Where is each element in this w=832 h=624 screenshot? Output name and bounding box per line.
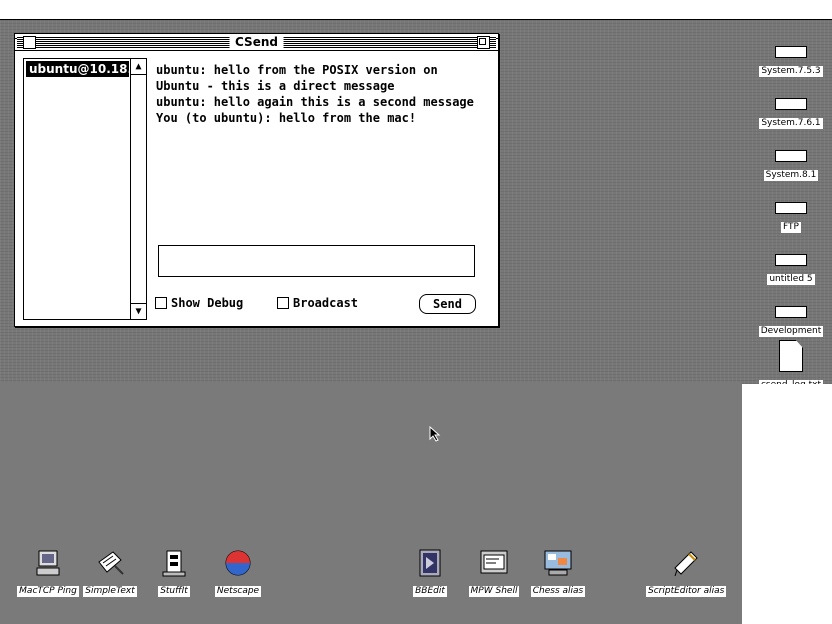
app-label: BBEdit	[413, 586, 447, 597]
app-label: StuffIt	[158, 586, 190, 597]
volume-untitled-5[interactable]: untitled 5	[756, 254, 826, 285]
user-list-scrollbar[interactable]: ▲ ▼	[130, 59, 146, 319]
broadcast-option[interactable]: Broadcast	[277, 296, 358, 310]
app-label: ScriptEditor alias	[646, 586, 727, 597]
computer-icon	[33, 548, 63, 578]
desktop-white-panel	[742, 384, 832, 624]
desktop-icon-label: System.8.1	[763, 170, 819, 181]
app-netscape[interactable]: Netscape	[198, 548, 278, 597]
window-titlebar[interactable]: CSend	[15, 34, 498, 51]
volume-ftp[interactable]: FTP	[756, 202, 826, 233]
show-debug-option[interactable]: Show Debug	[155, 296, 243, 310]
archive-icon	[159, 548, 189, 578]
show-debug-checkbox[interactable]	[155, 297, 167, 309]
message-line: ubuntu: hello from the POSIX version on	[156, 63, 438, 77]
app-scripteditor-alias[interactable]: ScriptEditor alias	[646, 548, 727, 597]
menu-bar	[0, 0, 832, 20]
desktop-icon-label: System.7.6.1	[759, 118, 823, 129]
disk-icon	[775, 254, 807, 266]
csend-window: CSend ubuntu@10.18... ▲ ▼ ubuntu: hello …	[14, 33, 499, 327]
desktop-icon-label: System.7.5.3	[759, 66, 823, 77]
mouse-pointer-icon	[429, 425, 441, 446]
window-title: CSend	[229, 34, 284, 50]
desktop-icon-label: untitled 5	[767, 274, 815, 285]
document-icon	[779, 340, 803, 372]
volume-system-753[interactable]: System.7.5.3	[756, 46, 826, 77]
volume-system-761[interactable]: System.7.6.1	[756, 98, 826, 129]
broadcast-checkbox[interactable]	[277, 297, 289, 309]
show-debug-label: Show Debug	[171, 296, 244, 310]
volume-system-81[interactable]: System.8.1	[756, 150, 826, 181]
scroll-up-arrow-icon[interactable]: ▲	[131, 59, 146, 75]
scroll-down-arrow-icon[interactable]: ▼	[131, 303, 146, 319]
message-input-box[interactable]	[158, 245, 478, 277]
message-log: ubuntu: hello from the POSIX version on …	[156, 62, 491, 126]
terminal-icon	[479, 548, 509, 578]
volume-development[interactable]: Development	[756, 306, 826, 337]
app-label: Chess alias	[530, 586, 586, 597]
editor-icon	[415, 548, 445, 578]
message-line: Ubuntu - this is a direct message	[156, 79, 395, 93]
zoom-box-icon[interactable]	[477, 36, 490, 49]
desktop-icon-label: Development	[758, 326, 824, 337]
browser-icon	[223, 548, 253, 578]
disk-icon	[775, 202, 807, 214]
message-input[interactable]	[159, 246, 478, 276]
chess-icon	[543, 548, 573, 578]
message-line: ubuntu: hello again this is a second mes…	[156, 95, 474, 109]
desktop-icon-label: FTP	[781, 222, 801, 233]
app-chess-alias[interactable]: Chess alias	[518, 548, 598, 597]
disk-icon	[775, 98, 807, 110]
broadcast-label: Broadcast	[293, 296, 359, 310]
send-button[interactable]: Send	[419, 294, 476, 314]
user-list-item[interactable]: ubuntu@10.18...	[26, 61, 129, 77]
text-editor-icon	[95, 548, 125, 578]
disk-icon	[775, 150, 807, 162]
script-icon	[671, 548, 701, 578]
app-label: MPW Shell	[468, 586, 520, 597]
app-label: SimpleText	[83, 586, 137, 597]
message-line: You (to ubuntu): hello from the mac!	[156, 111, 417, 125]
disk-icon	[775, 46, 807, 58]
app-label: Netscape	[214, 586, 262, 597]
close-box-icon[interactable]	[23, 36, 36, 49]
disk-icon	[775, 306, 807, 318]
user-list[interactable]: ubuntu@10.18... ▲ ▼	[23, 58, 147, 320]
